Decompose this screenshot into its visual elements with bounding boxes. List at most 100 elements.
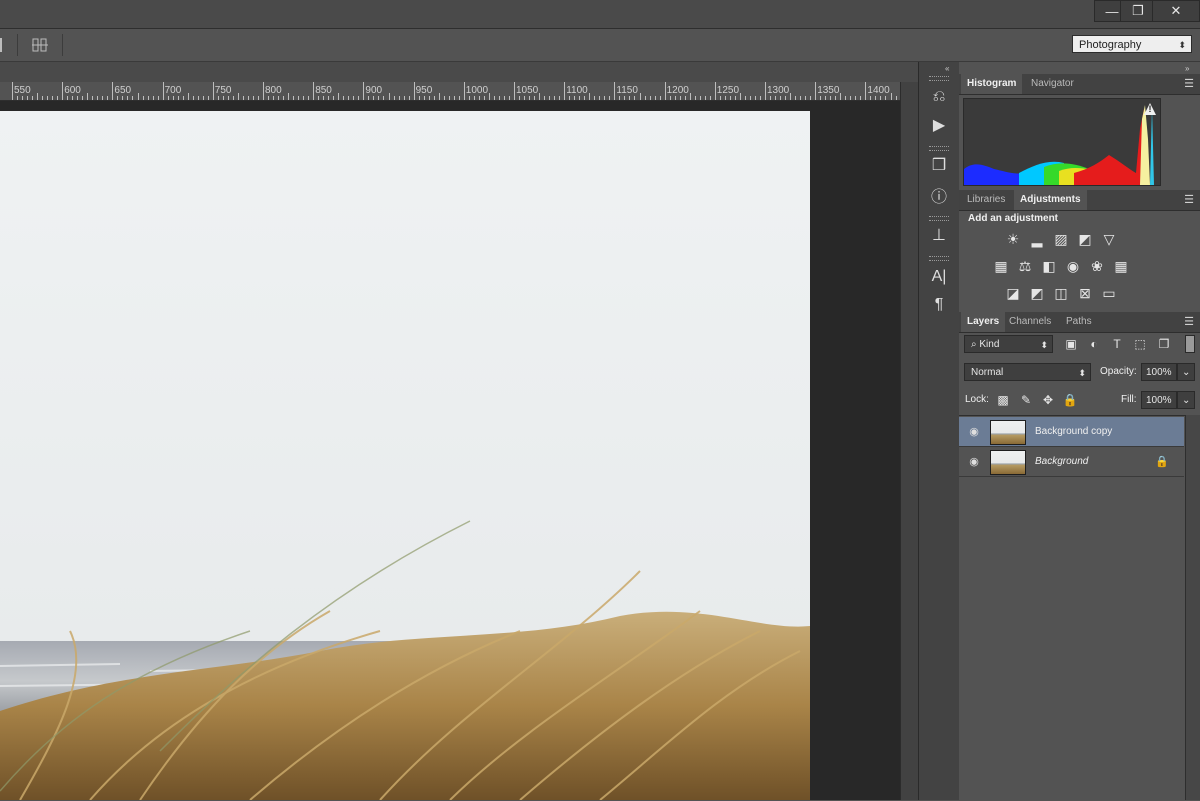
- levels-icon[interactable]: ▂: [1028, 230, 1046, 248]
- ruler-minor-tick: [890, 93, 892, 100]
- ruler-minor-tick: [830, 96, 832, 100]
- lock-position-icon[interactable]: ✥: [1039, 391, 1057, 409]
- blend-mode-select[interactable]: Normal ⬍: [964, 363, 1091, 381]
- color-balance-icon[interactable]: ⚖: [1016, 257, 1034, 275]
- panel-menu-icon[interactable]: ☰: [1184, 77, 1194, 90]
- ruler-label: 1100: [566, 85, 588, 96]
- posterize-icon[interactable]: ◩: [1028, 284, 1046, 302]
- collapse-right-icon[interactable]: »: [1185, 64, 1189, 73]
- ruler-minor-tick: [172, 96, 174, 100]
- layers-list: ◉ Background copy ◉ Background 🔒: [959, 415, 1185, 801]
- ruler-minor-tick: [338, 93, 340, 100]
- fill-input[interactable]: 100%: [1141, 391, 1177, 409]
- channel-mixer-icon[interactable]: ❀: [1088, 257, 1106, 275]
- collapse-left-icon[interactable]: «: [945, 64, 949, 73]
- dock-grip[interactable]: [929, 146, 949, 151]
- ruler-minor-tick: [358, 96, 360, 100]
- tab-layers[interactable]: Layers: [961, 312, 1006, 332]
- color-lookup-icon[interactable]: ▦: [1112, 257, 1130, 275]
- panel-menu-icon[interactable]: ☰: [1184, 193, 1194, 206]
- filter-toggle[interactable]: [1185, 335, 1195, 353]
- tool-presets-icon[interactable]: ⊥: [927, 224, 951, 246]
- tab-navigator[interactable]: Navigator: [1025, 74, 1080, 94]
- tab-libraries[interactable]: Libraries: [961, 190, 1011, 210]
- layers-scrollbar[interactable]: [1185, 415, 1200, 800]
- ruler-minor-tick: [619, 96, 621, 100]
- fill-label: Fill:: [1121, 394, 1137, 405]
- ruler-minor-tick: [247, 96, 249, 100]
- layer-name[interactable]: Background copy: [1035, 426, 1112, 437]
- type-layer-filter-icon[interactable]: T: [1108, 335, 1126, 353]
- distribute-icon[interactable]: [32, 37, 48, 53]
- ruler-minor-tick: [257, 96, 259, 100]
- gradient-map-icon[interactable]: ▭: [1100, 284, 1118, 302]
- ruler-minor-tick: [383, 96, 385, 100]
- ruler-minor-tick: [132, 96, 134, 100]
- ruler-minor-tick: [684, 96, 686, 100]
- paragraph-icon[interactable]: ¶: [927, 294, 951, 316]
- ruler-minor-tick: [498, 96, 500, 100]
- selective-color-icon[interactable]: ⊠: [1076, 284, 1094, 302]
- ruler-major-tick: [514, 82, 515, 100]
- tab-adjustments[interactable]: Adjustments: [1014, 190, 1087, 210]
- ruler-major-tick: [162, 82, 164, 100]
- exposure-icon[interactable]: ◩: [1076, 230, 1094, 248]
- layers-panel-header: Layers Channels Paths ☰: [959, 312, 1200, 333]
- adjustment-layer-filter-icon[interactable]: ◐: [1085, 335, 1103, 353]
- lock-image-pixels-icon[interactable]: ✎: [1017, 391, 1035, 409]
- fill-dropdown-icon[interactable]: ⌄: [1177, 391, 1195, 409]
- layer-lock-icon[interactable]: 🔒: [1155, 455, 1169, 468]
- align-icon[interactable]: [0, 38, 6, 52]
- shape-layer-filter-icon[interactable]: ⬚: [1131, 335, 1149, 353]
- ruler-minor-tick: [232, 96, 234, 100]
- lock-all-icon[interactable]: 🔒: [1061, 391, 1079, 409]
- curves-icon[interactable]: ▨: [1052, 230, 1070, 248]
- invert-icon[interactable]: ◪: [1004, 284, 1022, 302]
- ruler-minor-tick: [810, 96, 812, 100]
- threshold-icon[interactable]: ◫: [1052, 284, 1070, 302]
- adjustments-heading: Add an adjustment: [968, 213, 1059, 224]
- tab-histogram[interactable]: Histogram: [961, 74, 1023, 94]
- ruler-minor-tick: [780, 96, 782, 100]
- close-button[interactable]: ✕: [1152, 0, 1200, 22]
- opacity-dropdown-icon[interactable]: ⌄: [1177, 363, 1195, 381]
- layer-row-background[interactable]: ◉ Background 🔒: [959, 447, 1184, 477]
- brightness-contrast-icon[interactable]: ☀: [1004, 230, 1022, 248]
- panel-menu-icon[interactable]: ☰: [1184, 315, 1194, 328]
- lock-transparent-pixels-icon[interactable]: ▩: [994, 391, 1012, 409]
- dock-grip[interactable]: [929, 256, 949, 261]
- ruler-minor-tick: [825, 96, 827, 100]
- tab-paths[interactable]: Paths: [1060, 312, 1098, 332]
- ruler-minor-tick: [749, 96, 751, 100]
- ruler-minor-tick: [37, 93, 39, 100]
- layer-filter-select[interactable]: ⌕ Kind ⬍: [964, 335, 1053, 353]
- character-icon[interactable]: A|: [927, 266, 951, 288]
- restore-button[interactable]: ❐: [1120, 0, 1156, 22]
- document-canvas[interactable]: [0, 111, 810, 800]
- photo-filter-icon[interactable]: ◉: [1064, 257, 1082, 275]
- smart-object-filter-icon[interactable]: ❐: [1155, 335, 1173, 353]
- history-icon[interactable]: ⎌: [927, 86, 951, 108]
- tab-channels[interactable]: Channels: [1003, 312, 1057, 332]
- actions-play-icon[interactable]: ▶: [927, 114, 951, 136]
- ruler-minor-tick: [157, 96, 159, 100]
- vibrance-icon[interactable]: ▽: [1100, 230, 1118, 248]
- pixel-layer-filter-icon[interactable]: ▣: [1062, 335, 1080, 353]
- black-white-icon[interactable]: ◧: [1040, 257, 1058, 275]
- hue-saturation-icon[interactable]: ▦: [992, 257, 1010, 275]
- visibility-eye-icon[interactable]: ◉: [967, 454, 981, 468]
- ruler-minor-tick: [503, 96, 505, 100]
- opacity-input[interactable]: 100%: [1141, 363, 1177, 381]
- ruler-minor-tick: [875, 96, 877, 100]
- dock-grip[interactable]: [929, 216, 949, 221]
- 3d-icon[interactable]: ❒: [927, 154, 951, 176]
- layer-name[interactable]: Background: [1035, 456, 1088, 467]
- ruler-major-tick: [62, 82, 64, 100]
- vertical-scrollbar[interactable]: [900, 82, 919, 800]
- dock-grip[interactable]: [929, 76, 949, 81]
- workspace-select[interactable]: Photography ⬍: [1072, 35, 1192, 53]
- visibility-eye-icon[interactable]: ◉: [967, 424, 981, 438]
- ruler-minor-tick: [438, 93, 440, 100]
- info-icon[interactable]: ⓘ: [927, 184, 951, 206]
- layer-row-background-copy[interactable]: ◉ Background copy: [959, 417, 1184, 447]
